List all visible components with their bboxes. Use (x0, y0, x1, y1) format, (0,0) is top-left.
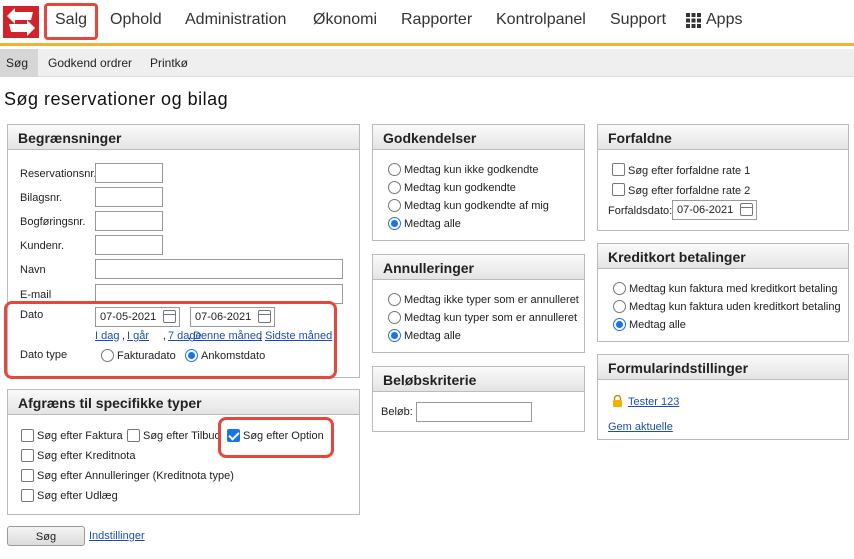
bilagsnr-input[interactable] (95, 187, 163, 207)
label-godkend-alle: Medtag alle (404, 218, 461, 230)
navn-input[interactable] (95, 259, 343, 279)
panel-title: Begrænsninger (8, 125, 359, 150)
subnav-godkend-ordrer[interactable]: Godkend ordrer (48, 56, 132, 70)
label-navn: Navn (20, 264, 46, 276)
kundenr-input[interactable] (95, 235, 163, 255)
nav-administration[interactable]: Administration (185, 11, 286, 29)
subnav-sog[interactable]: Søg (6, 56, 28, 70)
panel-title: Formularindstillinger (598, 355, 848, 380)
forfaldsdato-value: 07-06-2021 (677, 204, 734, 216)
label-med-kreditkort: Medtag kun faktura med kreditkort betali… (629, 283, 838, 295)
reservationsnr-input[interactable] (95, 163, 163, 183)
label-godkendte: Medtag kun godkendte (404, 182, 516, 194)
bogforingsnr-input[interactable] (95, 211, 163, 231)
label-forfaldne-rate-1: Søg efter forfaldne rate 1 (628, 165, 751, 177)
panel-title: Annulleringer (373, 255, 584, 280)
option-highlight-box (218, 417, 334, 458)
checkbox-forfaldne-rate-1[interactable] (612, 163, 625, 176)
radio-annul-alle[interactable] (388, 329, 401, 342)
lock-icon (612, 394, 623, 407)
nav-apps[interactable]: Apps (706, 11, 742, 29)
search-button[interactable]: Søg (7, 526, 85, 546)
panel-beloebskriterie: Beløbskriterie (372, 366, 585, 432)
panel-title: Forfaldne (598, 125, 848, 150)
label-faktura: Søg efter Faktura (37, 430, 123, 442)
label-beloeb: Beløb: (381, 406, 413, 418)
calendar-icon[interactable] (740, 203, 753, 216)
label-email: E-mail (20, 289, 52, 301)
checkbox-annulleringer[interactable] (21, 469, 34, 482)
label-kredit-alle: Medtag alle (629, 319, 686, 331)
checkbox-forfaldne-rate-2[interactable] (612, 183, 625, 196)
settings-link[interactable]: Indstillinger (89, 530, 145, 542)
panel-title: Godkendelser (373, 125, 584, 150)
subnav-printko[interactable]: Printkø (150, 56, 188, 70)
radio-ikke-godkendte[interactable] (388, 163, 401, 176)
label-kreditnota: Søg efter Kreditnota (37, 450, 136, 462)
label-reservationsnr: Reservationsnr. (20, 168, 97, 180)
label-bilagsnr: Bilagsnr. (20, 192, 63, 204)
checkbox-tilbud[interactable] (127, 429, 140, 442)
label-annulleringer: Søg efter Annulleringer (Kreditnota type… (37, 470, 234, 482)
nav-salg[interactable]: Salg (55, 11, 87, 29)
panel-title: Afgræns til specifikke typer (8, 390, 359, 415)
label-udlaeg: Søg efter Udlæg (37, 490, 118, 502)
radio-med-kreditkort[interactable] (613, 282, 626, 295)
radio-kun-annulleret[interactable] (388, 311, 401, 324)
label-tilbud: Søg efter Tilbud (143, 430, 218, 442)
radio-uden-kreditkort[interactable] (613, 300, 626, 313)
top-navigation: Salg Ophold Administration Økonomi Rappo… (0, 0, 854, 46)
label-kun-annulleret: Medtag kun typer som er annulleret (404, 312, 578, 324)
radio-ikke-annulleret[interactable] (388, 293, 401, 306)
saved-form-link[interactable]: Tester 123 (628, 396, 679, 408)
label-uden-kreditkort: Medtag kun faktura uden kreditkort betal… (629, 301, 841, 313)
nav-ophold[interactable]: Ophold (110, 11, 162, 29)
panel-title: Beløbskriterie (373, 367, 584, 392)
radio-godkendte[interactable] (388, 181, 401, 194)
label-godkendte-af-mig: Medtag kun godkendte af mig (404, 200, 549, 212)
sub-navigation: Søg Godkend ordrer Printkø (0, 49, 854, 77)
save-current-link[interactable]: Gem aktuelle (608, 421, 673, 433)
checkbox-faktura[interactable] (21, 429, 34, 442)
label-forfaldsdato: Forfaldsdato: (608, 205, 673, 217)
page-title: Søg reservationer og bilag (4, 89, 229, 109)
nav-kontrolpanel[interactable]: Kontrolpanel (496, 11, 586, 29)
nav-rapporter[interactable]: Rapporter (401, 11, 472, 29)
label-bogforingsnr: Bogføringsnr. (20, 216, 86, 228)
label-kundenr: Kundenr. (20, 240, 65, 252)
panel-title: Kreditkort betalinger (598, 244, 848, 269)
nav-okonomi[interactable]: Økonomi (313, 11, 377, 29)
forfaldsdato-input[interactable]: 07-06-2021 (672, 200, 757, 220)
label-ikke-annulleret: Medtag ikke typer som er annulleret (404, 294, 579, 306)
label-ikke-godkendte: Medtag kun ikke godkendte (404, 164, 539, 176)
label-annul-alle: Medtag alle (404, 330, 461, 342)
radio-godkendte-af-mig[interactable] (388, 199, 401, 212)
radio-godkend-alle[interactable] (388, 217, 401, 230)
nav-support[interactable]: Support (610, 11, 666, 29)
logo-icon[interactable] (3, 6, 39, 38)
date-highlight-box (4, 301, 337, 379)
label-forfaldne-rate-2: Søg efter forfaldne rate 2 (628, 185, 751, 197)
checkbox-kreditnota[interactable] (21, 449, 34, 462)
radio-kredit-alle[interactable] (613, 318, 626, 331)
checkbox-udlaeg[interactable] (21, 489, 34, 502)
beloeb-input[interactable] (416, 402, 532, 422)
apps-grid-icon[interactable] (686, 13, 701, 28)
